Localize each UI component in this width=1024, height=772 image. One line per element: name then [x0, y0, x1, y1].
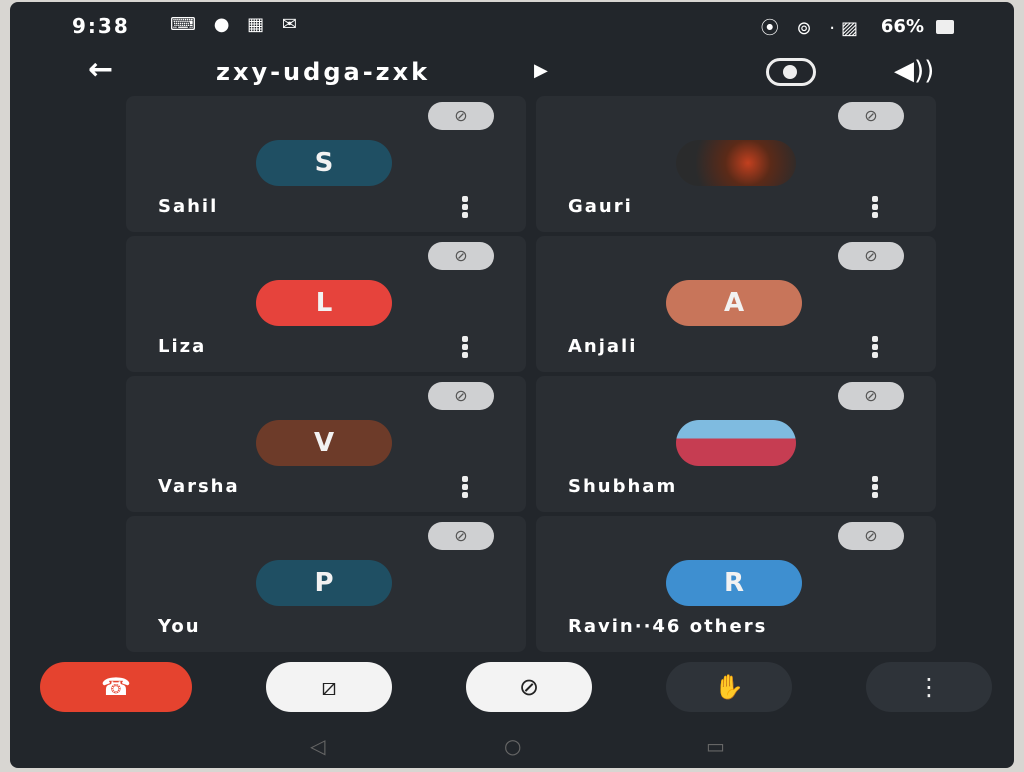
- avatar: R: [666, 560, 802, 606]
- participant-tile[interactable]: ⊘ Shubham: [536, 376, 936, 512]
- nav-recent-icon[interactable]: ▭: [706, 734, 725, 758]
- meet-call-screen: 9:38 ⌨ ● ▦ ✉ ⦿ ⊚ ⋅▨ 66% ← zxy-udga-zxk ▶…: [10, 2, 1014, 768]
- participant-tile[interactable]: ⊘ S Sahil: [126, 96, 526, 232]
- mic-off-icon: ⊘: [838, 102, 904, 130]
- avatar: P: [256, 560, 392, 606]
- mic-off-icon: ⊘: [838, 382, 904, 410]
- camera-toggle-button[interactable]: ⧄: [266, 662, 392, 712]
- nav-back-icon[interactable]: ◁: [310, 734, 325, 758]
- camera-flip-icon[interactable]: [766, 58, 816, 86]
- battery-icon: [936, 20, 954, 34]
- participant-name: Gauri: [568, 196, 633, 217]
- more-vert-icon[interactable]: [872, 476, 880, 498]
- raise-hand-button[interactable]: ✋: [666, 662, 792, 712]
- participant-name: Liza: [158, 336, 207, 357]
- mic-off-icon: ⊘: [428, 102, 494, 130]
- system-nav-bar: ◁ ○ ▭: [10, 732, 1014, 768]
- more-vert-icon[interactable]: [462, 196, 470, 218]
- battery-level: 66%: [880, 16, 924, 37]
- arrow-left-icon[interactable]: ←: [88, 52, 113, 87]
- participant-name: Anjali: [568, 336, 638, 357]
- hand-icon: ✋: [714, 673, 744, 701]
- more-vert-icon[interactable]: [462, 476, 470, 498]
- call-controls: ☎ ⧄ ⊘ ✋ ⋮: [10, 656, 1014, 726]
- more-vert-icon[interactable]: [872, 336, 880, 358]
- avatar: V: [256, 420, 392, 466]
- more-vert-icon[interactable]: [872, 196, 880, 218]
- meeting-code[interactable]: zxy-udga-zxk: [216, 58, 430, 86]
- more-options-button[interactable]: ⋮: [866, 662, 992, 712]
- end-call-button[interactable]: ☎: [40, 662, 192, 712]
- status-bar: 9:38 ⌨ ● ▦ ✉ ⦿ ⊚ ⋅▨ 66%: [10, 10, 1014, 42]
- participant-name: Ravin··46 others: [568, 616, 768, 637]
- avatar: A: [666, 280, 802, 326]
- participant-tile[interactable]: ⊘ V Varsha: [126, 376, 526, 512]
- participant-tile[interactable]: ⊘ R Ravin··46 others: [536, 516, 936, 652]
- participant-name: Sahil: [158, 196, 219, 217]
- participant-tile[interactable]: ⊘ L Liza: [126, 236, 526, 372]
- avatar-photo: [676, 420, 796, 466]
- avatar: L: [256, 280, 392, 326]
- participant-name: Varsha: [158, 476, 240, 497]
- mic-off-icon: ⊘: [428, 522, 494, 550]
- mic-off-icon: ⊘: [518, 673, 540, 701]
- participant-tile[interactable]: ⊘ Gauri: [536, 96, 936, 232]
- participant-name: You: [158, 616, 201, 637]
- participant-tile[interactable]: ⊘ A Anjali: [536, 236, 936, 372]
- speaker-icon[interactable]: ◀)): [894, 56, 934, 86]
- avatar-photo: [676, 140, 796, 186]
- participant-tile[interactable]: ⊘ P You: [126, 516, 526, 652]
- mic-off-icon: ⊘: [838, 522, 904, 550]
- participant-name: Shubham: [568, 476, 678, 497]
- status-notification-icons: ⌨ ● ▦ ✉: [170, 14, 303, 35]
- mic-toggle-button[interactable]: ⊘: [466, 662, 592, 712]
- call-header: ← zxy-udga-zxk ▶ ◀)): [10, 50, 1014, 98]
- mic-off-icon: ⊘: [838, 242, 904, 270]
- more-vert-icon: ⋮: [917, 673, 941, 701]
- status-system-icons: ⦿ ⊚ ⋅▨: [760, 18, 864, 39]
- avatar: S: [256, 140, 392, 186]
- more-vert-icon[interactable]: [462, 336, 470, 358]
- video-off-icon: ⧄: [321, 673, 337, 701]
- status-time: 9:38: [72, 14, 130, 38]
- chevron-right-icon[interactable]: ▶: [534, 60, 548, 81]
- mic-off-icon: ⊘: [428, 382, 494, 410]
- mic-off-icon: ⊘: [428, 242, 494, 270]
- nav-home-icon[interactable]: ○: [504, 734, 521, 758]
- phone-hangup-icon: ☎: [101, 673, 131, 701]
